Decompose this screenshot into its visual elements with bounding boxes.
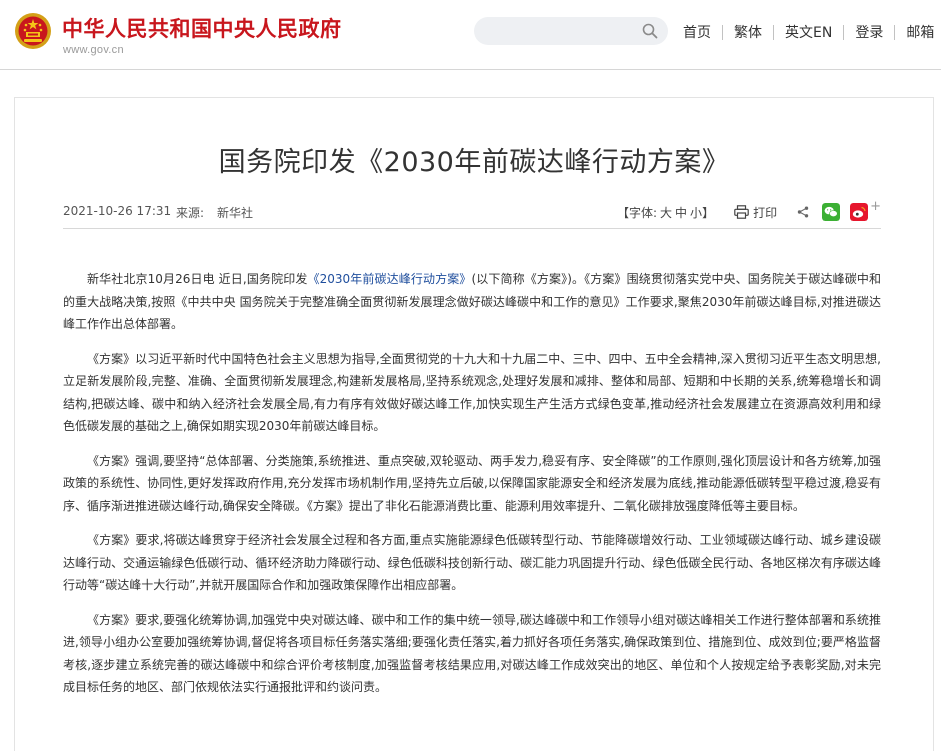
source-name: 新华社 <box>217 206 254 220</box>
font-size-close: 】 <box>702 205 715 220</box>
article-title: 国务院印发《2030年前碳达峰行动方案》 <box>218 147 730 178</box>
meta-divider <box>63 228 881 229</box>
nav-english-link[interactable]: 英文EN <box>774 22 843 42</box>
wechat-icon[interactable] <box>822 203 841 221</box>
article-paragraph: 《方案》要求,要强化统筹协调,加强党中央对碳达峰、碳中和工作的集中统一领导,碳达… <box>63 612 881 695</box>
share-icon[interactable] <box>797 206 809 218</box>
article-tools: 【字体: 大 中 小 】 打印 + <box>616 199 881 224</box>
nav-mail-link[interactable]: 邮箱 <box>895 22 941 42</box>
site-url: www.gov.cn <box>63 44 124 56</box>
source-label: 来源: <box>176 206 205 220</box>
search-input[interactable] <box>474 17 634 45</box>
search-icon[interactable] <box>642 23 658 39</box>
font-size-small-button[interactable]: 小 <box>690 204 702 221</box>
search-box <box>474 17 668 45</box>
national-emblem-icon[interactable] <box>14 12 52 50</box>
font-size-medium-button[interactable]: 中 <box>675 204 687 221</box>
paragraph-text: 新华社北京10月26日电 近日,国务院印发 <box>87 272 308 286</box>
weibo-icon[interactable] <box>850 203 869 221</box>
article-card: 国务院印发《2030年前碳达峰行动方案》 2021-10-26 17:31 来源… <box>14 97 934 751</box>
article-paragraph: 新华社北京10月26日电 近日,国务院印发《2030年前碳达峰行动方案》(以下简… <box>63 268 881 336</box>
article-meta: 2021-10-26 17:31 来源: 新华社 【字体: 大 中 小 】 打印 <box>63 199 881 224</box>
font-size-large-button[interactable]: 大 <box>660 204 672 221</box>
article-body: 新华社北京10月26日电 近日,国务院印发《2030年前碳达峰行动方案》(以下简… <box>63 268 881 711</box>
print-icon[interactable] <box>734 205 749 219</box>
article-paragraph: 《方案》要求,将碳达峰贯穿于经济社会发展全过程和各方面,重点实施能源绿色低碳转型… <box>63 533 881 592</box>
article-paragraph: 《方案》强调,要坚持“总体部署、分类施策,系统推进、重点突破,双轮驱动、两手发力… <box>63 453 881 513</box>
site-title[interactable]: 中华人民共和国中央人民政府 <box>62 13 342 43</box>
site-header: 中华人民共和国中央人民政府 www.gov.cn 首页 繁体 英文EN 登录 邮… <box>0 0 941 70</box>
publish-date: 2021-10-26 17:31 <box>63 204 172 218</box>
plan-link[interactable]: 《2030年前碳达峰行动方案》 <box>307 272 471 286</box>
article-paragraph: 《方案》以习近平新时代中国特色社会主义思想为指导,全面贯彻党的十九大和十九届二中… <box>63 351 881 434</box>
top-nav: 首页 繁体 英文EN 登录 邮箱 <box>672 22 941 42</box>
more-share-icon[interactable]: + <box>870 199 881 214</box>
font-size-label: 【字体: <box>616 205 658 220</box>
nav-traditional-link[interactable]: 繁体 <box>723 22 773 42</box>
print-button[interactable]: 打印 <box>753 204 777 221</box>
nav-home-link[interactable]: 首页 <box>672 22 722 42</box>
nav-login-link[interactable]: 登录 <box>844 22 894 42</box>
